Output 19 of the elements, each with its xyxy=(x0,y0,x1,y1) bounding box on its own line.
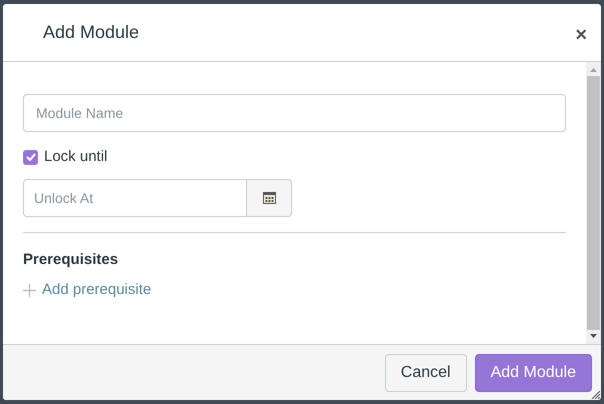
scrollbar-thumb[interactable] xyxy=(587,76,600,330)
lock-until-checkbox[interactable] xyxy=(23,150,38,165)
resize-grip-icon xyxy=(590,389,600,399)
calendar-icon xyxy=(262,191,276,204)
add-prerequisite-link[interactable]: Add prerequisite xyxy=(23,279,152,302)
cancel-button[interactable]: Cancel xyxy=(384,354,467,392)
lock-until-label: Lock until xyxy=(44,147,108,167)
scroll-up-icon xyxy=(590,68,597,72)
scroll-down-icon xyxy=(590,334,597,338)
add-module-button[interactable]: Add Module xyxy=(474,354,592,392)
unlock-at-field[interactable]: Unlock At xyxy=(23,178,247,216)
calendar-button[interactable] xyxy=(247,178,292,216)
scrollbar[interactable] xyxy=(586,62,601,344)
check-icon xyxy=(26,153,36,162)
prerequisites-heading: Prerequisites xyxy=(23,250,120,270)
close-button[interactable]: × xyxy=(575,24,587,44)
dialog-title: Add Module xyxy=(43,21,140,44)
plus-icon xyxy=(23,284,36,297)
module-name-field[interactable]: Module Name xyxy=(23,94,566,132)
